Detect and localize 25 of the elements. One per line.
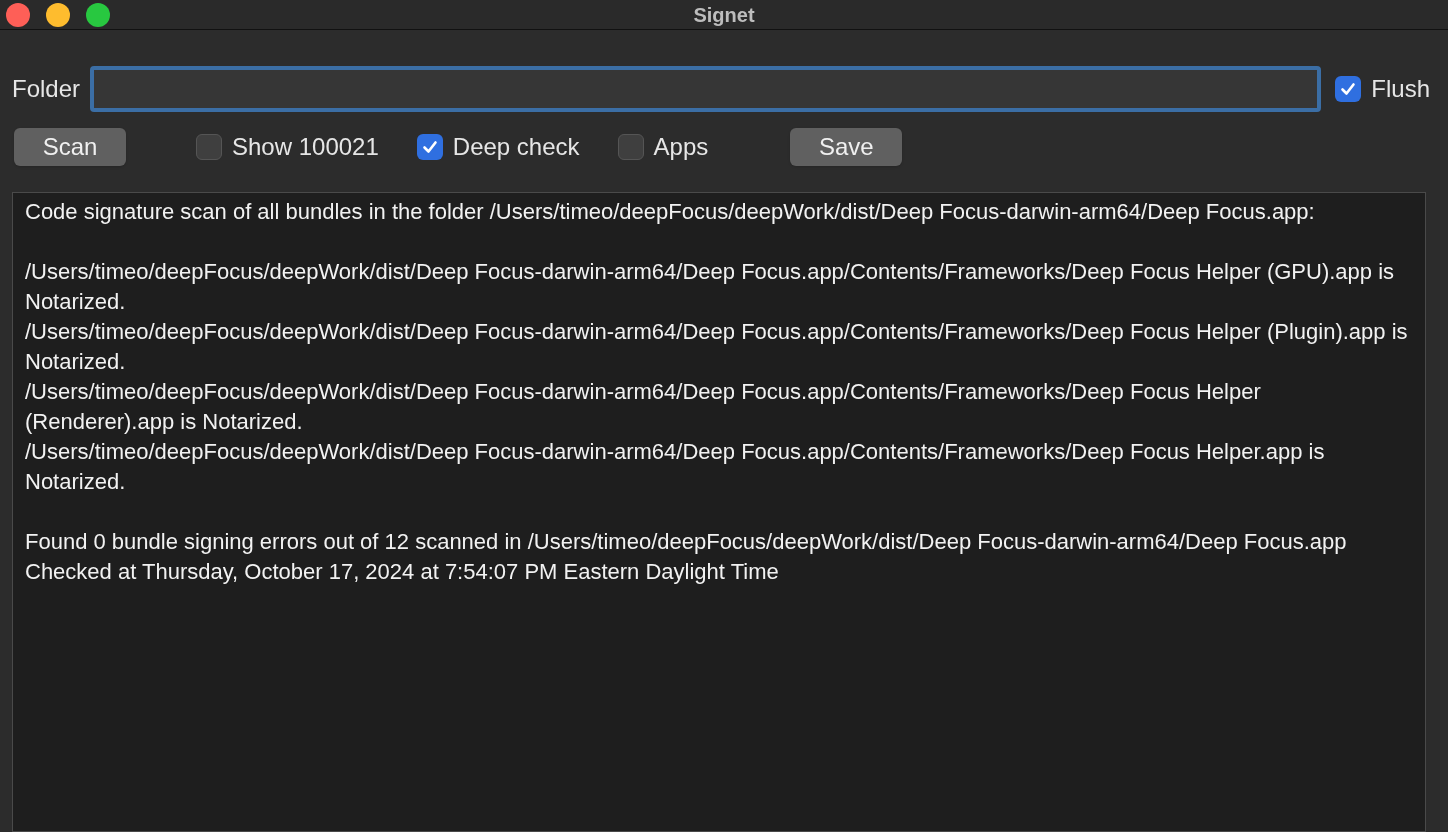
window-title: Signet (693, 2, 755, 28)
close-button[interactable] (6, 2, 30, 27)
log-line: /Users/timeo/deepFocus/deepWork/dist/Deep Focus-darwin-arm64/Deep Focus.app/Contents/Frameworks/Deep Focus Helper (Renderer).app is Notarized. (25, 378, 1262, 436)
minimize-button[interactable] (46, 2, 70, 27)
action-button[interactable]: Scan (14, 128, 126, 166)
checkbox-label: Flush (1371, 74, 1430, 104)
log-line: Checked at Thursday, October 17, 2024 at 7:54:07 PM Eastern Daylight Time (25, 558, 780, 586)
checkbox-label: Deep check (452, 132, 580, 162)
log-line: /Users/timeo/deepFocus/deepWork/dist/Deep Focus-darwin-arm64/Deep Focus.app/Contents/Frameworks/Deep Focus Helper.app is Notarized. (25, 438, 1326, 496)
checkmark-icon (420, 138, 439, 156)
checkbox[interactable] (1335, 76, 1362, 102)
checkbox[interactable] (416, 134, 443, 160)
checkmark-icon (1339, 80, 1358, 98)
folder-input[interactable] (90, 66, 1322, 112)
zoom-button[interactable] (86, 2, 110, 27)
log-line: /Users/timeo/deepFocus/deepWork/dist/Deep Focus-darwin-arm64/Deep Focus.app/Contents/Frameworks/Deep Focus Helper (Plugin).app is Notarized. (25, 318, 1409, 376)
log-line: /Users/timeo/deepFocus/deepWork/dist/Deep Focus-darwin-arm64/Deep Focus.app/Contents/Frameworks/Deep Focus Helper (GPU).app is Notarized. (25, 258, 1396, 316)
action-button[interactable]: Save (790, 128, 903, 166)
log-line: Code signature scan of all bundles in the folder /Users/timeo/deepFocus/deepWork/dist/Deep Focus-darwin-arm64/Deep Focus.app: (25, 198, 1316, 226)
checkbox-label: Apps (653, 132, 709, 162)
folder-label: Folder (12, 74, 81, 104)
checkbox[interactable] (617, 134, 644, 160)
checkbox-label: Show 100021 (232, 132, 379, 162)
log-line: Found 0 bundle signing errors out of 12 scanned in /Users/timeo/deepFocus/deepWork/dist/Deep Focus-darwin-arm64/Deep Focus.app (25, 528, 1348, 556)
checkbox[interactable] (196, 134, 222, 160)
